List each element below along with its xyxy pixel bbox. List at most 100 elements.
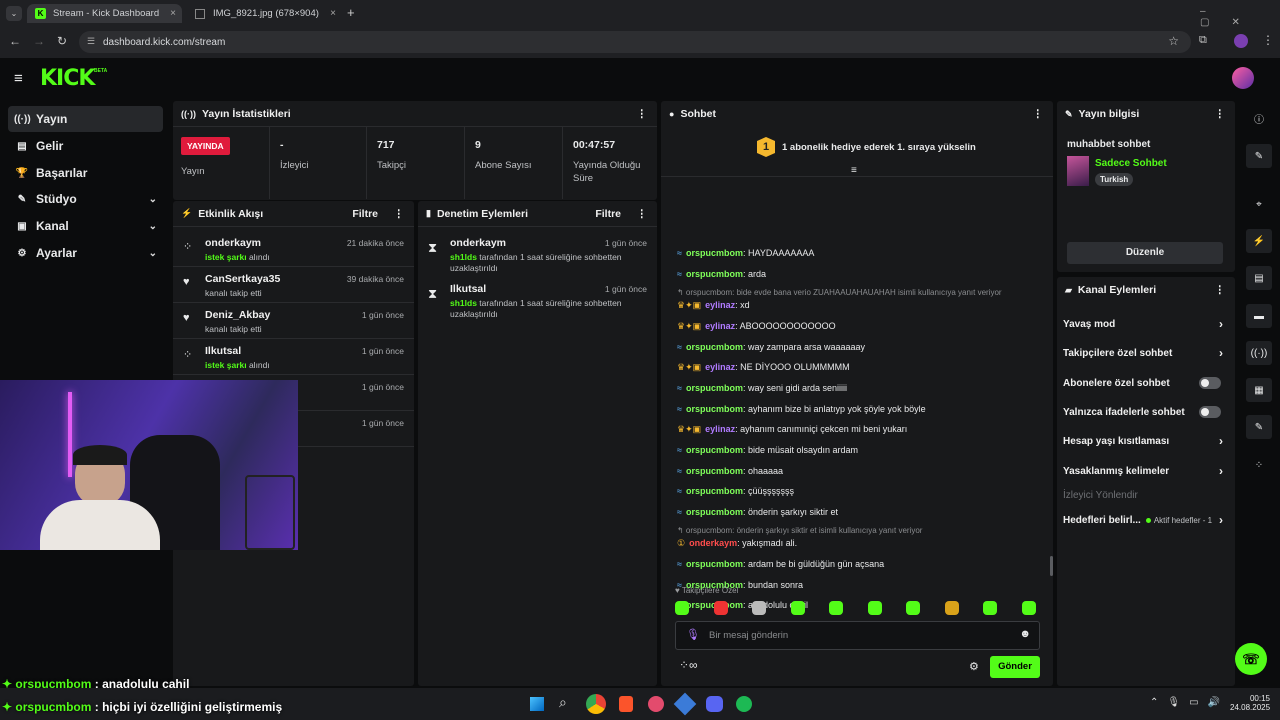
chat-username[interactable]: orspucmbom	[686, 404, 743, 414]
windows-start-icon[interactable]	[530, 697, 544, 711]
send-button[interactable]: Gönder	[990, 656, 1040, 678]
profile-avatar[interactable]	[1234, 34, 1248, 48]
account-age-item[interactable]: Hesap yaşı kısıtlaması ›	[1063, 427, 1227, 455]
brave-icon[interactable]	[619, 696, 633, 712]
chat-message[interactable]: ♛✦▣ eylinaz: ABOOOOOOOOOOOO	[677, 321, 836, 332]
chat-username[interactable]: orspucmbom	[686, 486, 743, 496]
window-controls[interactable]: –▢✕	[1200, 6, 1280, 28]
chat-message[interactable]: ≈ orspucmbom: ardam be bi güldüğün gün aç…	[677, 559, 884, 569]
emote-icon[interactable]	[675, 601, 689, 615]
sidebar-item-yayin[interactable]: ((·)) Yayın	[8, 106, 163, 132]
discord-icon[interactable]	[706, 696, 723, 712]
sidebar-item-kanal[interactable]: ▣ Kanal ⌄	[8, 213, 163, 239]
emote-icon[interactable]	[944, 601, 959, 615]
chat-message[interactable]: ♛✦▣ eylinaz: xd	[677, 300, 750, 311]
tab-list-icon[interactable]: ⌄	[6, 6, 22, 21]
emote-icon[interactable]	[867, 601, 882, 615]
back-icon[interactable]: ←	[9, 34, 21, 48]
more-options-icon[interactable]: ⋮	[394, 208, 405, 220]
forward-icon[interactable]: →	[33, 34, 45, 48]
chat-message[interactable]: ① onderkaym: yakışmadı ali.	[677, 538, 797, 549]
sidebar-item-basarilar[interactable]: 🏆 Başarılar	[8, 160, 163, 186]
reply-context[interactable]: ↰ orspucmbom: bide evde bana verio ZUAHA…	[677, 288, 1002, 297]
emote-icon[interactable]	[752, 601, 766, 615]
vscode-icon[interactable]	[673, 692, 697, 716]
chat-settings-icon[interactable]: ⚙	[969, 660, 979, 673]
chat-username[interactable]: orspucmbom	[686, 559, 743, 569]
more-options-icon[interactable]: ⋮	[1215, 284, 1226, 296]
close-tab-icon[interactable]: ×	[170, 8, 176, 19]
followers-only-item[interactable]: Takipçilere özel sohbet ›	[1063, 339, 1227, 367]
goals-item[interactable]: Hedefleri belirl... Aktif hedefler - 1 ›	[1063, 506, 1227, 534]
chat-message[interactable]: ≈ orspucmbom: önderin şarkıyı siktir et	[677, 507, 838, 517]
chat-username[interactable]: orspucmbom	[686, 248, 743, 258]
address-bar[interactable]: ☰ dashboard.kick.com/stream ☆	[79, 31, 1191, 53]
pinned-leaderboard[interactable]: 1 1 abonelik hediye ederek 1. sıraya yük…	[661, 127, 1053, 177]
activity-row[interactable]: ♥ CanSertkaya35 kanalı takip etti 39 dak…	[173, 267, 414, 303]
points-icon[interactable]: ⁘∞	[679, 658, 698, 672]
edit-icon[interactable]: ✎	[1246, 144, 1272, 168]
chat-username[interactable]: eylinaz	[705, 321, 735, 331]
emote-icon[interactable]	[906, 601, 920, 615]
chat-message[interactable]: ♛✦▣ eylinaz: NE DİYOOO OLUMMMMM	[677, 362, 850, 373]
chat-input-box[interactable]: 🎙 Bir mesaj gönderin ☻	[675, 621, 1040, 650]
filter-button[interactable]: Filtre	[595, 208, 621, 220]
target-icon[interactable]: ⌖	[1246, 192, 1272, 216]
reply-context[interactable]: ↰ orspucmbom: önderin şarkıyı siktir et …	[677, 526, 922, 535]
bookmark-star-icon[interactable]: ☆	[1168, 34, 1179, 48]
search-icon[interactable]: ⌕	[559, 694, 567, 711]
chat-scrollbar[interactable]	[1050, 556, 1053, 576]
emote-icon[interactable]	[790, 601, 805, 615]
apps-icon[interactable]: ⁘	[1246, 453, 1272, 477]
extensions-icon[interactable]: ⧉	[1199, 34, 1207, 47]
chat-username[interactable]: orspucmbom	[686, 383, 743, 393]
subscribers-only-toggle[interactable]	[1199, 377, 1221, 389]
chat-username[interactable]: orspucmbom	[686, 445, 743, 455]
chat-username[interactable]: eylinaz	[705, 424, 735, 434]
more-options-icon[interactable]: ⋮	[1033, 108, 1044, 120]
kick-logo[interactable]: KICK	[40, 66, 95, 91]
chat-username[interactable]: orspucmbom	[686, 466, 743, 476]
tab-image[interactable]: IMG_8921.jpg (678×904) ×	[187, 4, 342, 23]
user-avatar[interactable]	[1232, 67, 1254, 89]
slow-mode-item[interactable]: Yavaş mod ›	[1063, 310, 1227, 338]
moderation-row[interactable]: ⧗ onderkaym sh1lds tarafından 1 saat sür…	[418, 231, 657, 275]
clock[interactable]: 00:15 24.08.2025	[1230, 694, 1270, 712]
activity-row[interactable]: ⁘ Ilkutsal istek şarkı alındı 1 gün önce	[173, 339, 414, 375]
moderation-icon[interactable]: ▦	[1246, 378, 1272, 402]
microphone-icon[interactable]: 🎙	[686, 628, 700, 641]
chat-message[interactable]: ♛✦▣ eylinaz: ayhanım canımıniçi çekcen mi…	[677, 424, 907, 435]
chat-message[interactable]: ≈ orspucmbom: çüüşşşşşşş	[677, 486, 794, 496]
sidebar-item-ayarlar[interactable]: ⚙ Ayarlar ⌄	[8, 240, 163, 266]
new-tab-button[interactable]: +	[347, 5, 355, 20]
emoji-icon[interactable]: ☻	[1019, 628, 1031, 640]
edit-button[interactable]: Düzenle	[1067, 242, 1223, 264]
chat-message[interactable]: ≈ orspucmbom: way zampara arsa waaaaaay	[677, 342, 865, 352]
emote-icon[interactable]	[829, 601, 843, 615]
host-item[interactable]: İzleyici Yönlendir	[1063, 481, 1227, 509]
chat-username[interactable]: orspucmbom	[686, 342, 743, 352]
chat-username[interactable]: orspucmbom	[686, 269, 743, 279]
activity-row[interactable]: ⁘ onderkaym istek şarkı alındı 21 dakika…	[173, 231, 414, 267]
sidebar-item-gelir[interactable]: ▤ Gelir	[8, 133, 163, 159]
chat-username[interactable]: eylinaz	[705, 300, 735, 310]
info-icon[interactable]: ⓘ	[1246, 106, 1272, 130]
document-icon[interactable]: ▤	[1246, 266, 1272, 290]
opera-icon[interactable]	[648, 696, 664, 712]
emote-icon[interactable]	[983, 601, 997, 615]
wrench-icon[interactable]: ✎	[1246, 415, 1272, 439]
chat-username[interactable]: onderkaym	[689, 538, 737, 548]
chat-icon[interactable]: ▬	[1246, 304, 1272, 328]
lightning-icon[interactable]: ⚡	[1246, 229, 1272, 253]
moderation-row[interactable]: ⧗ Ilkutsal sh1lds tarafından 1 saat süre…	[418, 277, 657, 321]
category-name[interactable]: Sadece Sohbet	[1095, 158, 1167, 169]
chat-message[interactable]: ≈ orspucmbom: ohaaaaa	[677, 466, 783, 476]
spotify-icon[interactable]	[736, 696, 752, 712]
filter-button[interactable]: Filtre	[352, 208, 378, 220]
chat-message[interactable]: ≈ orspucmbom: HAYDAAAAAAA	[677, 248, 814, 258]
broadcast-icon[interactable]: ((·))	[1246, 341, 1272, 365]
chat-message[interactable]: ≈ orspucmbom: arda	[677, 269, 766, 279]
browser-menu-icon[interactable]: ⋮	[1262, 33, 1274, 47]
emote-icon[interactable]	[1021, 601, 1036, 615]
activity-row[interactable]: ♥ Deniz_Akbay kanalı takip etti 1 gün ön…	[173, 303, 414, 339]
